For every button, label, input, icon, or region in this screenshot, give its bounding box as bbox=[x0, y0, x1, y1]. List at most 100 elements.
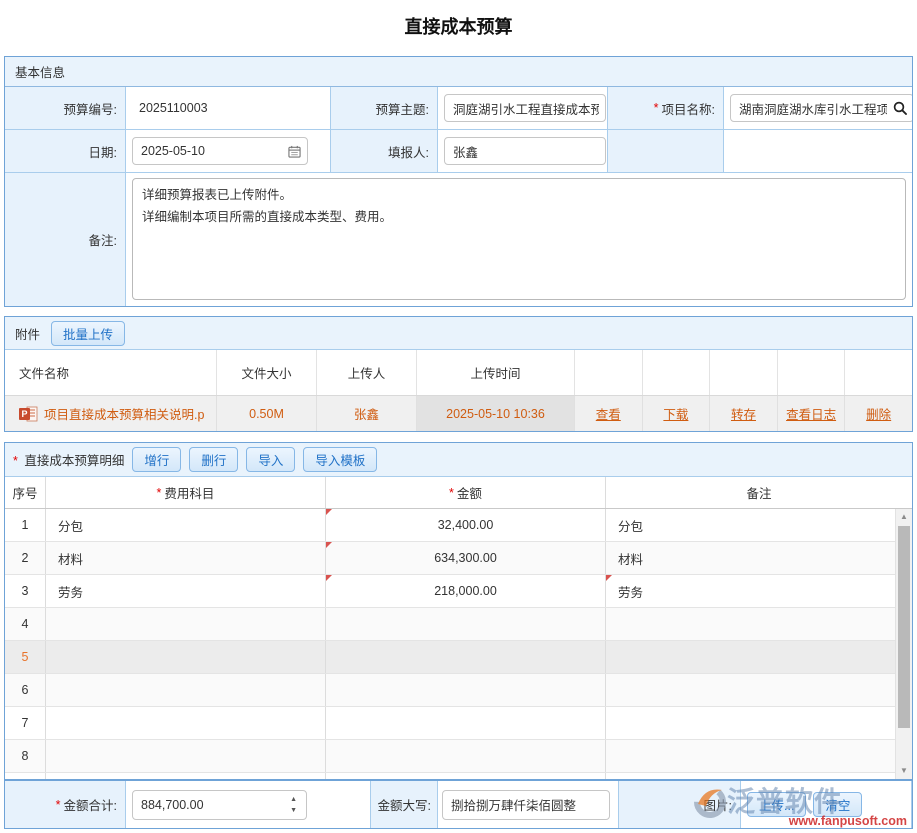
stepper-down-icon[interactable]: ▼ bbox=[290, 807, 297, 814]
amount-cell[interactable] bbox=[326, 641, 606, 673]
amount-cell[interactable] bbox=[326, 674, 606, 706]
project-name-field[interactable] bbox=[730, 94, 912, 122]
attachments-panel: 附件 批量上传 文件名称 文件大小 上传人 上传时间 P 项目直接成本预算相关说… bbox=[4, 316, 913, 432]
page-title: 直接成本预算 bbox=[0, 0, 917, 56]
amount-cell[interactable] bbox=[326, 707, 606, 739]
required-marker: * bbox=[157, 486, 162, 500]
amount-cell[interactable]: 32,400.00 bbox=[326, 509, 606, 541]
image-clear-button[interactable]: 清空 bbox=[813, 792, 862, 817]
budget-subject-input[interactable] bbox=[445, 101, 605, 115]
remark-cell[interactable] bbox=[606, 674, 912, 706]
col-expense-subject: 费用科目 bbox=[164, 483, 214, 502]
svg-text:P: P bbox=[21, 409, 27, 419]
save-as-link[interactable]: 转存 bbox=[731, 404, 756, 423]
required-marker: * bbox=[13, 454, 18, 468]
remark-cell[interactable]: 分包 bbox=[606, 509, 912, 541]
table-row: 7 bbox=[5, 707, 912, 740]
subject-cell[interactable] bbox=[46, 608, 326, 640]
date-field[interactable] bbox=[132, 137, 308, 165]
required-marker: * bbox=[654, 101, 659, 115]
amount-cell[interactable] bbox=[326, 608, 606, 640]
view-log-link[interactable]: 查看日志 bbox=[786, 404, 836, 423]
basic-row-1: 预算编号: 2025110003 预算主题: * 项目名称: bbox=[5, 87, 912, 130]
detail-panel: * 直接成本预算明细 增行 删行 导入 导入模板 序号 * 费用科目 * 金额 … bbox=[4, 442, 913, 829]
required-marker: * bbox=[56, 798, 61, 812]
subject-cell[interactable]: 材料 bbox=[46, 542, 326, 574]
scroll-down-icon[interactable]: ▼ bbox=[896, 763, 912, 779]
file-size: 0.50M bbox=[217, 396, 317, 431]
search-icon[interactable] bbox=[893, 101, 912, 115]
amount-cell[interactable]: 634,300.00 bbox=[326, 542, 606, 574]
budget-subject-field[interactable] bbox=[444, 94, 606, 122]
view-link[interactable]: 查看 bbox=[596, 404, 621, 423]
basic-info-header: 基本信息 bbox=[5, 57, 912, 87]
project-name-label: 项目名称: bbox=[662, 99, 715, 118]
empty-value-cell bbox=[724, 130, 912, 172]
amount-stepper[interactable]: ▲ ▼ bbox=[290, 796, 306, 814]
col-remark: 备注 bbox=[606, 477, 912, 508]
col-upload-time: 上传时间 bbox=[417, 350, 575, 395]
col-action-2 bbox=[643, 350, 711, 395]
subject-cell[interactable] bbox=[46, 707, 326, 739]
file-name-link[interactable]: 项目直接成本预算相关说明.p bbox=[44, 404, 204, 423]
remark-cell[interactable] bbox=[606, 740, 912, 772]
scroll-up-icon[interactable]: ▲ bbox=[896, 509, 912, 525]
file-uploader: 张鑫 bbox=[317, 396, 417, 431]
project-name-input[interactable] bbox=[731, 101, 893, 115]
remark-cell[interactable]: 劳务 bbox=[606, 575, 912, 607]
detail-footer: * 金额合计: ▲ ▼ 金额大写: 捌拾捌万肆仟柒佰圆整 图片: 上传... 清… bbox=[5, 779, 912, 828]
subject-cell[interactable] bbox=[46, 674, 326, 706]
vertical-scrollbar[interactable]: ▲ ▼ bbox=[895, 509, 912, 779]
row-seq: 4 bbox=[5, 608, 46, 640]
attachments-column-headers: 文件名称 文件大小 上传人 上传时间 bbox=[5, 350, 912, 396]
calendar-icon[interactable] bbox=[288, 145, 307, 158]
remark-cell[interactable] bbox=[606, 608, 912, 640]
col-seq: 序号 bbox=[5, 477, 46, 508]
reporter-field[interactable] bbox=[444, 137, 606, 165]
reporter-input[interactable] bbox=[445, 144, 605, 158]
subject-cell[interactable] bbox=[46, 740, 326, 772]
image-upload-button[interactable]: 上传... bbox=[747, 792, 806, 817]
detail-rows-viewport: 1 分包 32,400.00 分包 2 材料 634,300.00 材料 3 劳… bbox=[5, 509, 912, 779]
total-amount-field[interactable]: ▲ ▼ bbox=[132, 790, 307, 820]
import-template-button[interactable]: 导入模板 bbox=[303, 447, 377, 472]
delete-row-button[interactable]: 删行 bbox=[189, 447, 238, 472]
row-seq: 2 bbox=[5, 542, 46, 574]
date-label: 日期: bbox=[89, 142, 117, 161]
add-row-button[interactable]: 增行 bbox=[132, 447, 181, 472]
table-row-selected: 5 bbox=[5, 641, 912, 674]
amount-caps-value: 捌拾捌万肆仟柒佰圆整 bbox=[442, 790, 610, 820]
row-seq: 8 bbox=[5, 740, 46, 772]
scrollbar-thumb[interactable] bbox=[898, 526, 910, 728]
remark-cell[interactable] bbox=[606, 641, 912, 673]
attachments-header: 附件 批量上传 bbox=[5, 317, 912, 350]
remark-cell[interactable] bbox=[606, 707, 912, 739]
batch-upload-button[interactable]: 批量上传 bbox=[51, 321, 125, 346]
subject-cell[interactable] bbox=[46, 641, 326, 673]
remark-line-1: 详细预算报表已上传附件。 bbox=[142, 185, 896, 207]
remark-cell[interactable]: 材料 bbox=[606, 542, 912, 574]
subject-cell[interactable]: 分包 bbox=[46, 509, 326, 541]
detail-toolbar: * 直接成本预算明细 增行 删行 导入 导入模板 bbox=[5, 443, 912, 477]
download-link[interactable]: 下载 bbox=[663, 404, 688, 423]
budget-no-label: 预算编号: bbox=[64, 99, 117, 118]
delete-link[interactable]: 删除 bbox=[866, 404, 891, 423]
subject-cell[interactable]: 劳务 bbox=[46, 575, 326, 607]
date-input[interactable] bbox=[133, 144, 288, 158]
ppt-file-icon: P bbox=[19, 406, 38, 422]
amount-cell[interactable]: 218,000.00 bbox=[326, 575, 606, 607]
total-amount-label: 金额合计: bbox=[64, 795, 117, 814]
stepper-up-icon[interactable]: ▲ bbox=[290, 796, 297, 803]
amount-cell[interactable] bbox=[326, 740, 606, 772]
empty-label-cell bbox=[608, 130, 724, 172]
table-row: 8 bbox=[5, 740, 912, 773]
detail-column-headers: 序号 * 费用科目 * 金额 备注 bbox=[5, 477, 912, 509]
col-action-4 bbox=[778, 350, 846, 395]
table-row: 2 材料 634,300.00 材料 bbox=[5, 542, 912, 575]
col-amount: 金额 bbox=[457, 483, 482, 502]
import-button[interactable]: 导入 bbox=[246, 447, 295, 472]
total-amount-input[interactable] bbox=[133, 798, 290, 812]
row-seq: 7 bbox=[5, 707, 46, 739]
remark-textarea[interactable]: 详细预算报表已上传附件。 详细编制本项目所需的直接成本类型、费用。 bbox=[132, 178, 906, 300]
table-row: 1 分包 32,400.00 分包 bbox=[5, 509, 912, 542]
